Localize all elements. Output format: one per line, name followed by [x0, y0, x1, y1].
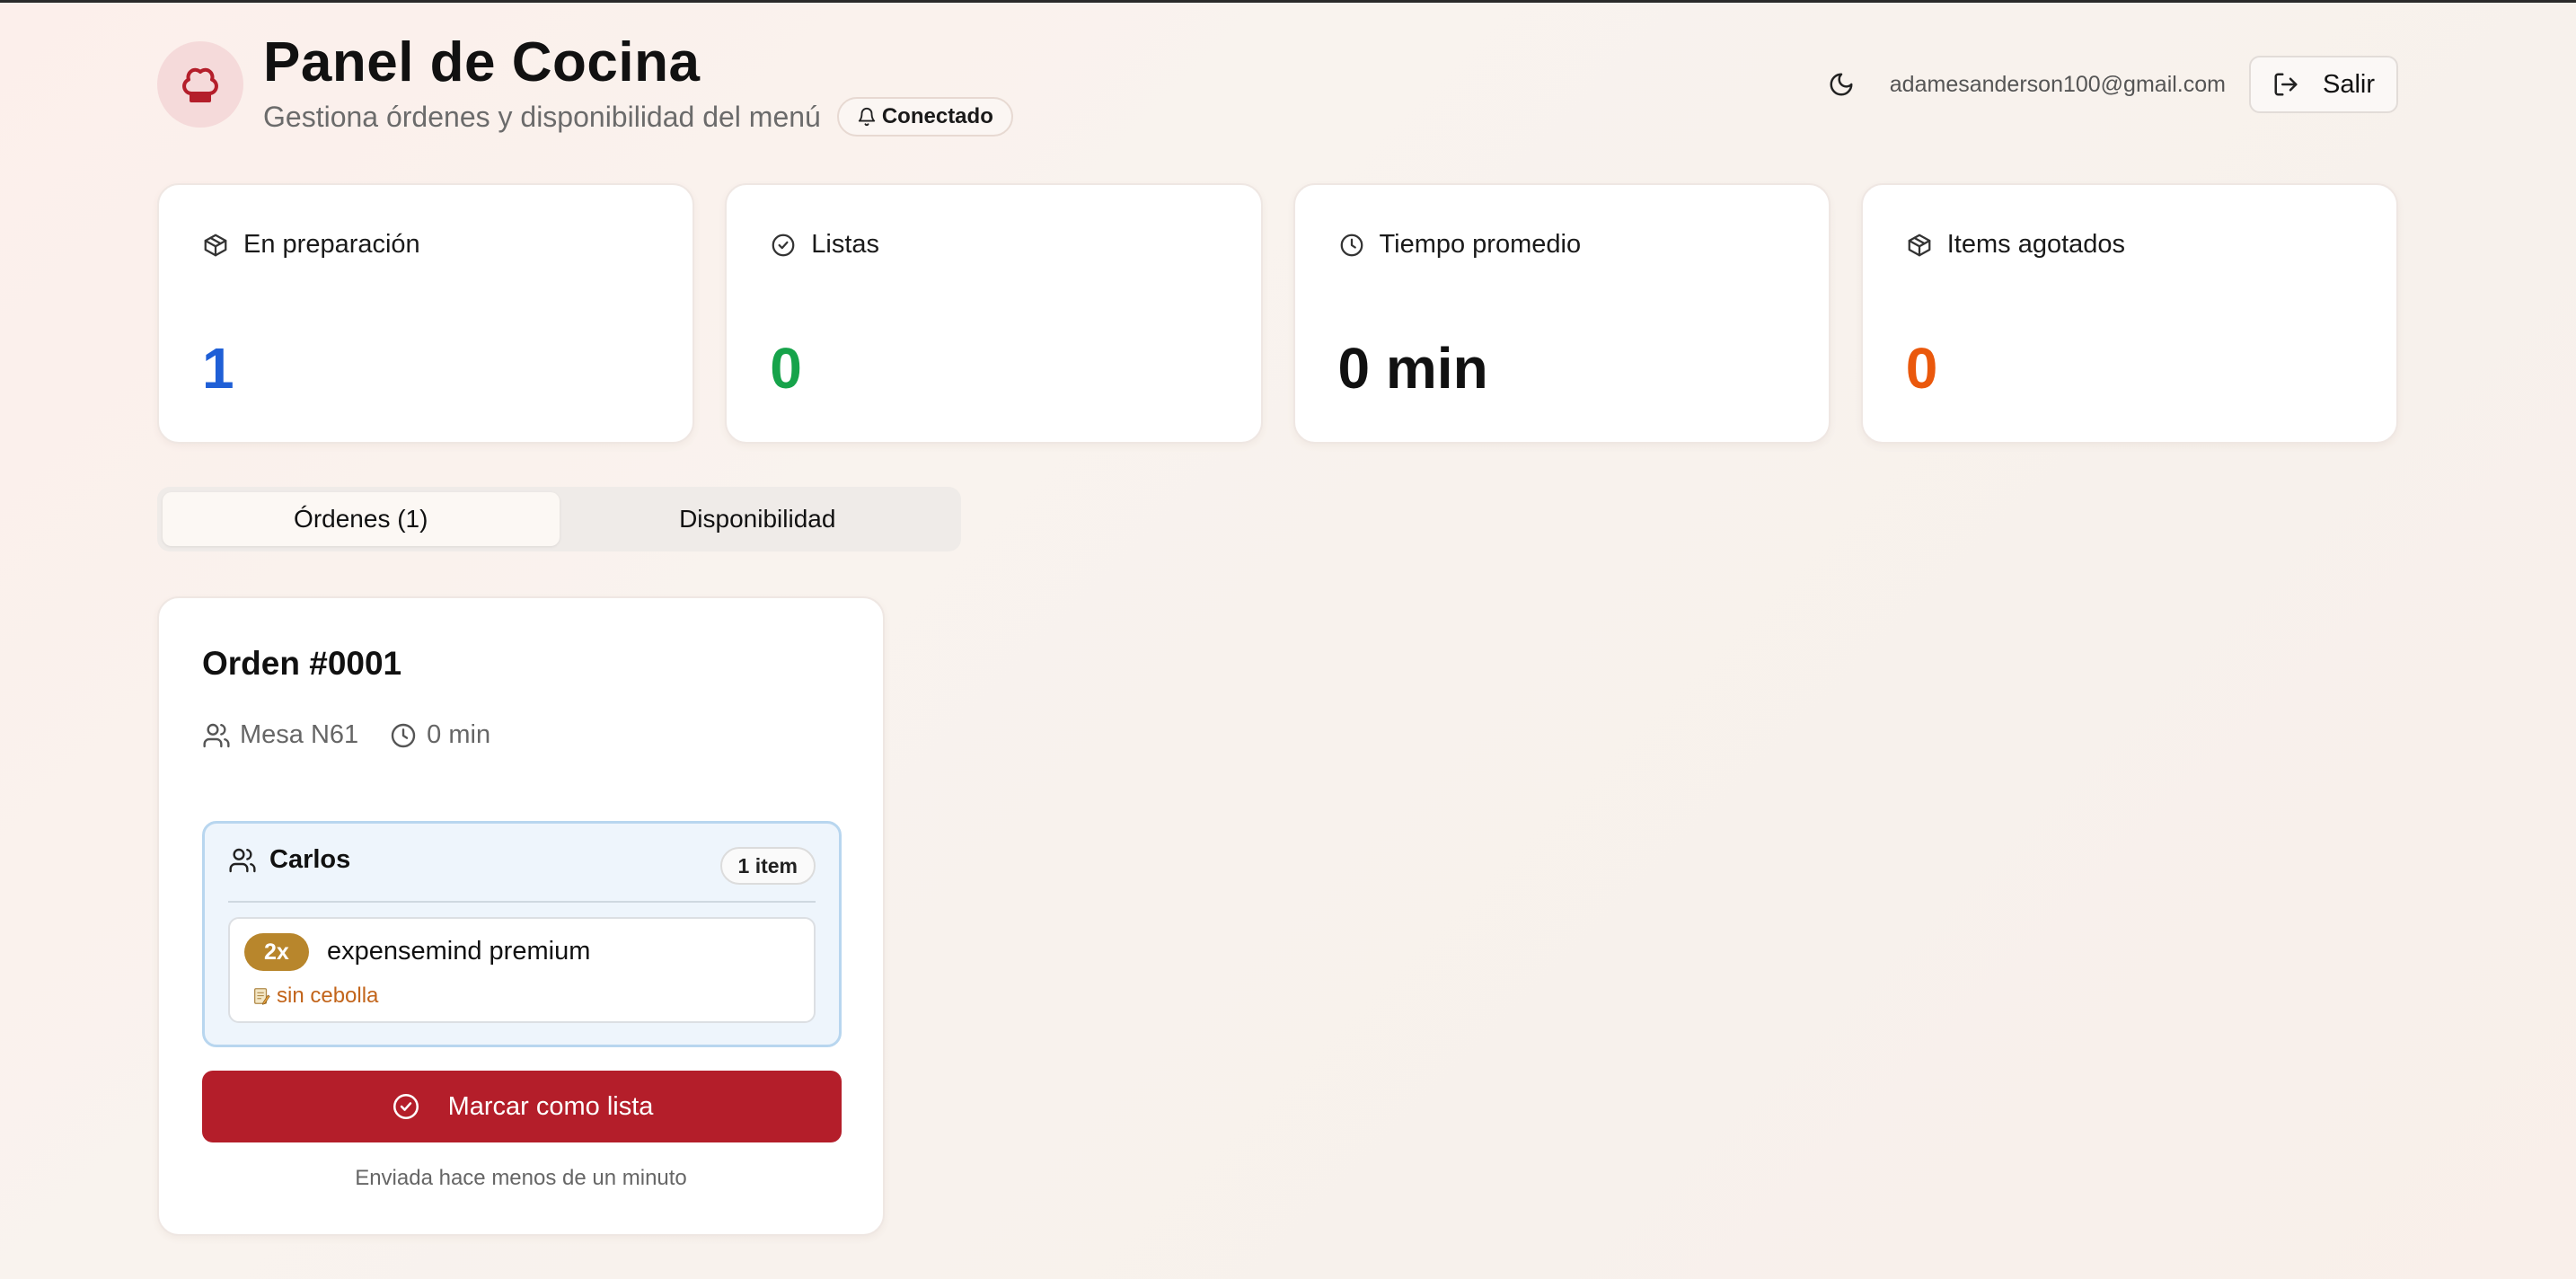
tab-availability[interactable]: Disponibilidad: [560, 492, 957, 546]
logout-icon: [2274, 73, 2298, 96]
diner-name: Carlos: [269, 845, 351, 874]
order-card: Orden #0001 Mesa N61 0 min Carlos 1 item…: [157, 596, 885, 1236]
order-title: Orden #0001: [202, 645, 402, 682]
moon-icon: [1830, 73, 1853, 96]
stat-header: Items agotados: [1906, 230, 2125, 260]
user-email: adamesanderson100@gmail.com: [1889, 71, 2226, 97]
item-note: sin cebolla: [251, 984, 378, 1009]
order-meta: Mesa N61 0 min: [202, 720, 508, 750]
stat-value: 0: [770, 336, 802, 401]
diner-item-count-badge: 1 item: [719, 847, 816, 885]
item-quantity-badge: 2x: [244, 933, 309, 971]
page-subtitle: Gestiona órdenes y disponibilidad del me…: [263, 100, 821, 133]
order-elapsed: 0 min: [389, 720, 490, 750]
stat-header: Listas: [770, 230, 879, 260]
check-circle-icon: [393, 1093, 419, 1120]
clock-icon: [1340, 234, 1363, 256]
view-tabs: Órdenes (1) Disponibilidad: [157, 487, 961, 551]
box-icon: [204, 234, 227, 256]
chef-hat-logo: [157, 41, 243, 128]
header-actions: adamesanderson100@gmail.com Salir: [1814, 56, 2398, 113]
tab-orders[interactable]: Órdenes (1): [163, 492, 560, 546]
order-elapsed-label: 0 min: [427, 720, 491, 749]
stat-card-ready: Listas 0: [725, 183, 1263, 444]
stat-card-sold-out: Items agotados 0: [1860, 183, 2398, 444]
stat-header: En preparación: [202, 230, 420, 260]
divider: [228, 901, 816, 903]
stat-label: Tiempo promedio: [1379, 230, 1582, 259]
page-header: Panel de Cocina Gestiona órdenes y dispo…: [157, 31, 2398, 138]
order-table: Mesa N61: [202, 720, 358, 750]
subtitle-row: Gestiona órdenes y disponibilidad del me…: [263, 97, 1013, 137]
stat-value: 0 min: [1337, 336, 1488, 401]
connection-status-badge: Conectado: [836, 97, 1013, 137]
logout-label: Salir: [2322, 69, 2375, 99]
stat-header: Tiempo promedio: [1338, 230, 1582, 260]
stat-card-average-time: Tiempo promedio 0 min: [1292, 183, 1831, 444]
window-top-border: [0, 0, 2576, 3]
item-note-text: sin cebolla: [277, 984, 379, 1008]
order-sent-time: Enviada hace menos de un minuto: [355, 1166, 687, 1190]
box-icon: [1908, 234, 1931, 256]
mark-ready-label: Marcar como lista: [447, 1091, 654, 1121]
stat-label: En preparación: [243, 230, 420, 259]
diner-group: Carlos 1 item 2x expensemind premium sin…: [202, 821, 842, 1047]
bell-icon: [858, 108, 876, 127]
list-item: 2x expensemind premium sin cebolla: [228, 917, 816, 1023]
connection-status-label: Conectado: [881, 104, 993, 128]
item-name: expensemind premium: [327, 937, 591, 966]
theme-toggle-button[interactable]: [1814, 57, 1868, 111]
users-icon: [229, 848, 256, 872]
stat-label: Listas: [811, 230, 880, 259]
diner-header: Carlos: [228, 845, 350, 875]
stat-value: 0: [1905, 336, 1938, 401]
stats-row: En preparación 1 Listas 0 Tiempo promedi…: [157, 183, 2398, 444]
memo-icon: [254, 988, 270, 1005]
chef-hat-icon: [182, 67, 218, 102]
clock-icon: [391, 723, 416, 747]
stat-value: 1: [202, 336, 234, 401]
stat-label: Items agotados: [1946, 230, 2126, 259]
order-table-label: Mesa N61: [240, 720, 359, 749]
logout-button[interactable]: Salir: [2248, 56, 2398, 113]
mark-ready-button[interactable]: Marcar como lista: [202, 1071, 842, 1142]
stat-card-in-preparation: En preparación 1: [157, 183, 695, 444]
check-circle-icon: [772, 234, 795, 256]
users-icon: [203, 723, 230, 747]
page-title: Panel de Cocina: [263, 31, 701, 93]
